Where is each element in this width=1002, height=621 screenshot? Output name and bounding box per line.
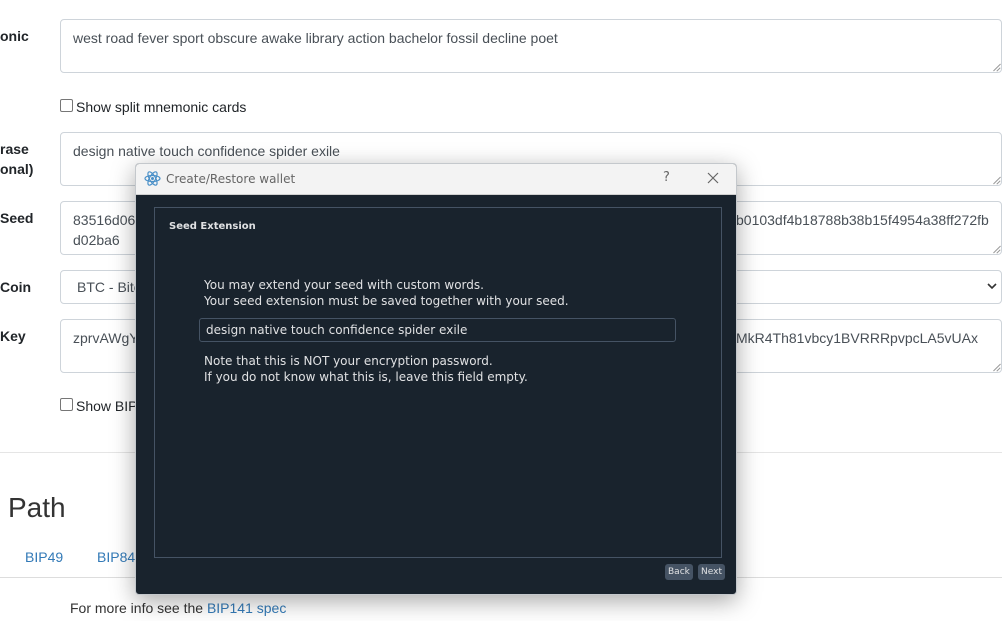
note-line-1: Note that this is NOT your encryption pa… <box>204 354 493 368</box>
split-cards-checkbox[interactable] <box>60 99 73 112</box>
more-info-prefix: For more info see the <box>70 600 204 616</box>
derivation-path-heading: Path <box>8 492 66 523</box>
bip-checkbox[interactable] <box>60 398 73 411</box>
coin-label: Coin <box>0 279 32 295</box>
mnemonic-text: west road fever sport obscure awake libr… <box>73 30 558 46</box>
note-line-2: If you do not know what this is, leave t… <box>204 370 528 384</box>
key-text-left: zprvAWgY <box>73 330 139 346</box>
dialog-title: Create/Restore wallet <box>166 172 296 186</box>
next-button[interactable]: Next <box>698 564 725 580</box>
seed-text-left: 83516d06 <box>73 212 136 228</box>
dialog-title-bar[interactable]: Create/Restore wallet ? <box>136 164 736 195</box>
resize-handle-icon[interactable] <box>992 363 1000 371</box>
resize-handle-icon[interactable] <box>992 63 1000 71</box>
back-button[interactable]: Back <box>665 564 693 580</box>
app-logo-icon <box>144 171 161 186</box>
seed-extension-input[interactable]: design native touch confidence spider ex… <box>199 318 676 342</box>
mnemonic-field[interactable]: west road fever sport obscure awake libr… <box>60 19 1002 73</box>
passphrase-label-line2: onal) <box>0 161 34 177</box>
help-button[interactable]: ? <box>663 170 670 185</box>
create-restore-wallet-dialog: Create/Restore wallet ? Seed Extension Y… <box>135 163 737 595</box>
key-label: Key <box>0 328 26 344</box>
coin-selected-value: BTC - Bitc <box>77 279 141 295</box>
passphrase-label-line1: rase <box>0 141 29 157</box>
intro-line-1: You may extend your seed with custom wor… <box>204 278 484 292</box>
passphrase-text: design native touch confidence spider ex… <box>73 143 340 159</box>
resize-handle-icon[interactable] <box>992 245 1000 253</box>
split-cards-label: Show split mnemonic cards <box>76 99 247 115</box>
close-icon[interactable] <box>706 171 720 185</box>
bip141-spec-link[interactable]: BIP141 spec <box>207 600 286 616</box>
key-text-right: MkR4Th81vbcy1BVRRRpvpcLA5vUAx <box>736 330 978 346</box>
chevron-down-icon <box>987 283 997 290</box>
seed-text-right: b0103df4b18788b38b15f4954a38ff272fb <box>736 212 989 228</box>
tab-bip84[interactable]: BIP84 <box>97 549 135 565</box>
resize-handle-icon[interactable] <box>992 176 1000 184</box>
mnemonic-label: onic <box>0 28 29 44</box>
seed-label: Seed <box>0 210 34 226</box>
section-title: Seed Extension <box>169 221 256 232</box>
intro-line-2: Your seed extension must be saved togeth… <box>204 294 569 308</box>
bip-checkbox-label: Show BIP <box>76 398 138 414</box>
tab-bip49[interactable]: BIP49 <box>25 549 63 565</box>
more-info-text: For more info see the BIP141 spec <box>70 600 286 616</box>
